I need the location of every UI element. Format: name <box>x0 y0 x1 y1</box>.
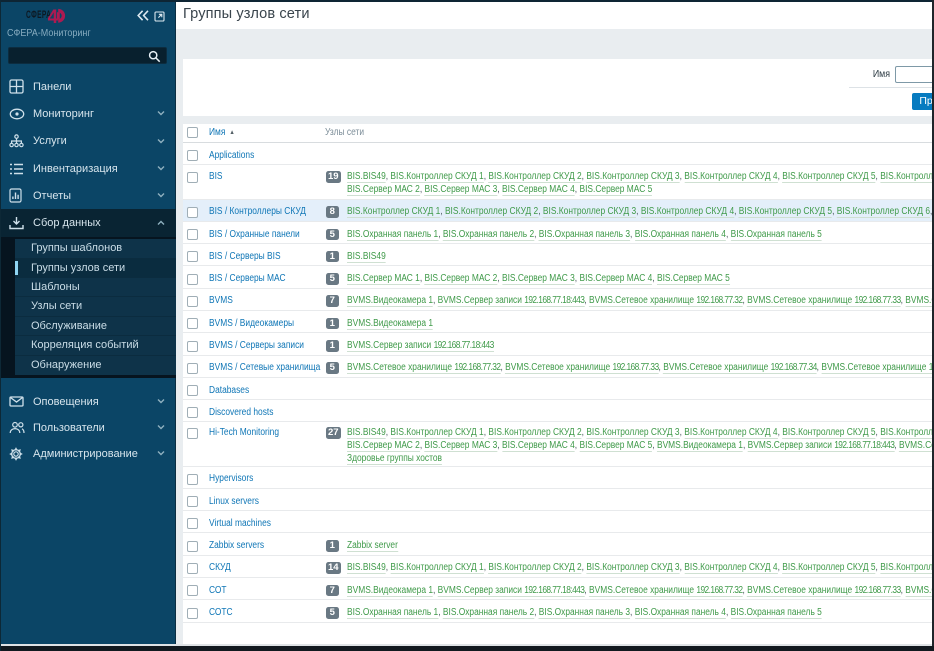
svg-text:4: 4 <box>48 7 59 25</box>
